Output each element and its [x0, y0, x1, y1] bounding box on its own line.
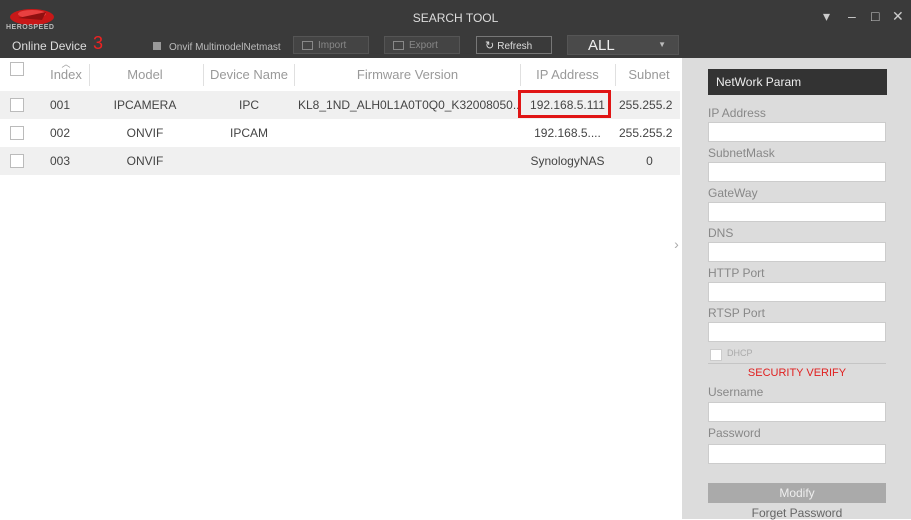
- minimize-icon[interactable]: –: [848, 9, 856, 23]
- close-icon[interactable]: ✕: [892, 9, 904, 23]
- network-param-button[interactable]: NetWork Param: [708, 69, 887, 95]
- gateway-label: GateWay: [708, 186, 758, 200]
- username-label: Username: [708, 385, 764, 399]
- dhcp-label: DHCP: [727, 348, 753, 358]
- ip-highlight-box: [518, 90, 611, 118]
- header-index[interactable]: ︿ Index: [46, 60, 86, 83]
- device-filter-select[interactable]: ALL ▼: [567, 35, 679, 55]
- online-device-label: Online Device: [12, 39, 87, 53]
- filter-value: ALL: [588, 37, 615, 54]
- gateway-input[interactable]: [708, 202, 886, 222]
- cell-device-name: IPCAM: [229, 126, 268, 140]
- http-port-label: HTTP Port: [708, 266, 765, 280]
- header-firmware[interactable]: Firmware Version: [300, 67, 515, 82]
- export-button[interactable]: Export: [384, 36, 460, 54]
- online-device-count: 3: [93, 33, 104, 53]
- cell-ip-address: 192.168.5....: [534, 126, 601, 140]
- cell-ip-address: SynologyNAS: [530, 154, 605, 168]
- username-input[interactable]: [708, 402, 886, 422]
- cell-index: 003: [50, 154, 71, 168]
- chevron-right-icon[interactable]: ›: [671, 226, 682, 262]
- subnet-mask-label: SubnetMask: [708, 146, 775, 160]
- cell-firmware: KL8_1ND_ALH0L1A0T0Q0_K32008050...: [298, 98, 518, 112]
- chevron-down-icon: ▼: [658, 40, 666, 49]
- window-title: SEARCH TOOL: [412, 11, 499, 25]
- ip-address-label: IP Address: [708, 106, 766, 120]
- header-ip-address[interactable]: IP Address: [520, 67, 615, 82]
- cell-index: 002: [50, 126, 71, 140]
- refresh-button[interactable]: ↻ Refresh: [476, 36, 552, 54]
- header-device-name[interactable]: Device Name: [204, 67, 294, 82]
- refresh-label: Refresh: [497, 41, 533, 52]
- modify-button[interactable]: Modify: [708, 483, 886, 503]
- cell-device-name: IPC: [238, 98, 259, 112]
- refresh-icon: ↻: [485, 40, 495, 52]
- dns-label: DNS: [708, 226, 734, 240]
- dropdown-icon[interactable]: ▾: [823, 9, 830, 23]
- password-input[interactable]: [708, 444, 886, 464]
- header-model[interactable]: Model: [95, 67, 195, 82]
- maximize-icon[interactable]: □: [871, 9, 879, 23]
- subnet-mask-input[interactable]: [708, 162, 886, 182]
- cell-subnet: 255.255.2: [619, 126, 673, 140]
- row-checkbox[interactable]: [10, 126, 24, 140]
- cell-subnet: 255.255.2: [619, 98, 673, 112]
- http-port-input[interactable]: [708, 282, 886, 302]
- cell-index: 001: [50, 98, 71, 112]
- rtsp-port-input[interactable]: [708, 322, 886, 342]
- cell-subnet: 0: [646, 154, 653, 168]
- onvif-label: Onvif MultimodelNetmast: [169, 42, 281, 53]
- rtsp-port-label: RTSP Port: [708, 306, 765, 320]
- import-label: Import: [318, 40, 347, 51]
- row-checkbox[interactable]: [10, 154, 24, 168]
- title-bar: HEROSPEED SEARCH TOOL ▾ – □ ✕ Online Dev…: [0, 0, 911, 58]
- cell-model: ONVIF: [126, 126, 164, 140]
- table-row[interactable]: 003 ONVIF SynologyNAS 0: [0, 147, 680, 175]
- cell-model: ONVIF: [126, 154, 164, 168]
- table-row[interactable]: 002 ONVIF IPCAM 192.168.5.... 255.255.2: [0, 119, 680, 147]
- ip-address-input[interactable]: [708, 122, 886, 142]
- security-verify-heading: SECURITY VERIFY: [747, 367, 847, 379]
- export-icon: [393, 40, 404, 50]
- select-all-checkbox[interactable]: [10, 62, 24, 76]
- onvif-checkbox[interactable]: [153, 42, 161, 50]
- dns-input[interactable]: [708, 242, 886, 262]
- export-label: Export: [409, 40, 438, 51]
- cell-model: IPCAMERA: [113, 98, 177, 112]
- table-header: ︿ Index Model Device Name Firmware Versi…: [0, 58, 680, 92]
- logo-text: HEROSPEED: [6, 24, 55, 31]
- header-subnet[interactable]: Subnet: [618, 67, 680, 82]
- dhcp-checkbox[interactable]: [710, 349, 722, 361]
- import-button[interactable]: Import: [293, 36, 369, 54]
- row-checkbox[interactable]: [10, 98, 24, 112]
- import-icon: [302, 40, 313, 50]
- password-label: Password: [708, 426, 761, 440]
- network-param-panel: NetWork Param IP Address SubnetMask Gate…: [682, 58, 911, 520]
- divider: [708, 363, 886, 364]
- forget-password-link[interactable]: Forget Password: [708, 506, 886, 520]
